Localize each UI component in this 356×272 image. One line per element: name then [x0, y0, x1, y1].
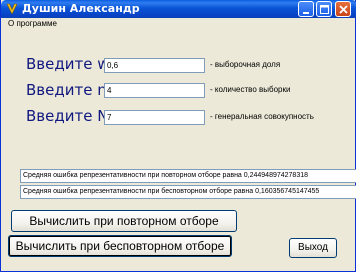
calc-repeated-button[interactable]: Вычислить при повторном отборе — [11, 210, 237, 232]
maximize-button[interactable] — [316, 1, 332, 17]
result-repeated-field[interactable]: Средняя ошибка репрезентативности при по… — [20, 169, 356, 183]
N-label: Введите N: — [26, 107, 114, 125]
n-label: Введите n: — [26, 81, 112, 99]
title-bar[interactable]: Душин Александр — [1, 0, 356, 18]
main-window: Душин Александр О программе Введите w: 0… — [0, 0, 356, 272]
n-input[interactable]: 4 — [104, 83, 205, 98]
delphi-app-icon — [6, 3, 18, 15]
N-hint: - генеральная совокупность — [210, 112, 314, 121]
minimize-icon — [303, 12, 309, 14]
close-icon — [339, 5, 348, 14]
maximize-icon — [320, 5, 329, 14]
N-input[interactable]: 7 — [104, 110, 205, 125]
result-non-repeated-field[interactable]: Средняя ошибка репрезентативности при бе… — [20, 185, 356, 199]
close-button[interactable] — [335, 1, 351, 17]
calc-non-repeated-button[interactable]: Вычислить при бесповторном отборе — [8, 235, 232, 257]
exit-button[interactable]: Выход — [289, 238, 337, 258]
w-label: Введите w: — [26, 55, 114, 73]
n-hint: - количество выборки — [210, 85, 291, 94]
w-hint: - выборочная доля — [210, 60, 281, 69]
window-title: Душин Александр — [22, 2, 140, 15]
menu-bar: О программе — [2, 18, 355, 30]
menu-item-about[interactable]: О программе — [8, 18, 57, 30]
w-input[interactable]: 0,6 — [104, 58, 205, 73]
minimize-button[interactable] — [298, 1, 314, 17]
form-client-area: Введите w: 0,6 - выборочная доля Введите… — [2, 30, 356, 271]
